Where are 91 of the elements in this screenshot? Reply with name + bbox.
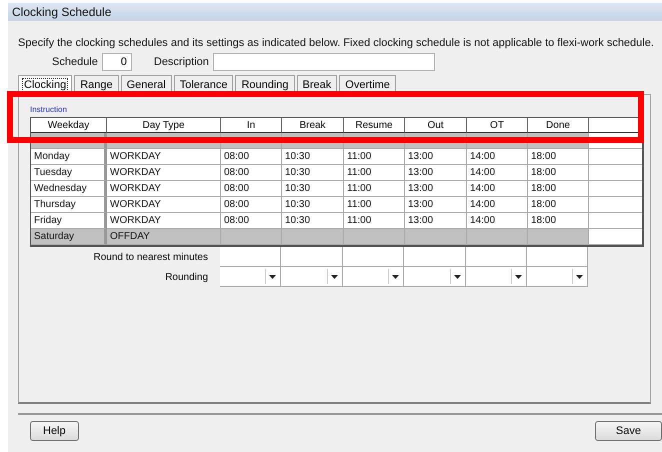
- description-field[interactable]: [212, 53, 435, 71]
- table-cell: 14:00: [467, 181, 528, 197]
- table-cell: 11:00: [344, 213, 405, 229]
- table-cell: 14:00: [467, 149, 528, 165]
- column-header: Resume: [344, 118, 405, 133]
- table-cell: [344, 229, 405, 245]
- table-cell: 11:00: [344, 197, 405, 213]
- table-cell: [589, 165, 642, 181]
- column-header: Day Type: [107, 118, 221, 133]
- table-cell: 14:00: [467, 213, 528, 229]
- table-cell: [589, 229, 642, 245]
- table-cell: 18:00: [528, 165, 589, 181]
- table-cell: 10:30: [282, 213, 344, 229]
- column-header: Out: [405, 118, 467, 133]
- table-cell: [589, 213, 642, 229]
- column-header: OT: [467, 118, 528, 133]
- table-cell: 08:00: [221, 149, 282, 165]
- table-cell: 18:00: [528, 149, 589, 165]
- column-header: Weekday: [31, 118, 107, 133]
- schedule-label: Schedule: [52, 56, 98, 68]
- table-cell: [589, 197, 642, 213]
- table-cell: [528, 229, 589, 245]
- window-title: Clocking Schedule: [8, 3, 662, 21]
- dropdown[interactable]: [220, 267, 281, 287]
- input-field[interactable]: [343, 247, 404, 267]
- table-cell: 08:00: [221, 197, 282, 213]
- table-cell: 18:00: [528, 181, 589, 197]
- input-field[interactable]: [281, 247, 343, 267]
- table-cell: [467, 229, 528, 245]
- table-cell: 13:00: [405, 165, 467, 181]
- input-field[interactable]: [220, 247, 281, 267]
- table-cell: [589, 181, 642, 197]
- table-cell: 08:00: [221, 213, 282, 229]
- table-cell: Tuesday: [31, 165, 107, 181]
- row-label: Round to nearest minutes: [92, 252, 209, 262]
- table-cell: Wednesday: [31, 181, 107, 197]
- table-cell: Friday: [31, 213, 107, 229]
- caret-icon: [330, 274, 338, 278]
- schedule-field[interactable]: 0: [102, 53, 132, 71]
- dropdown[interactable]: [466, 267, 527, 287]
- table-cell: Saturday: [31, 229, 107, 245]
- table-cell: WORKDAY: [107, 181, 221, 197]
- caret-icon: [514, 274, 522, 278]
- help-button[interactable]: Help: [30, 421, 79, 441]
- table-cell: OFFDAY: [107, 229, 221, 245]
- column-header: In: [221, 118, 282, 133]
- table-cell: WORKDAY: [107, 213, 221, 229]
- table-cell: 14:00: [467, 197, 528, 213]
- table-cell: 08:00: [221, 181, 282, 197]
- table-cell: 11:00: [344, 165, 405, 181]
- table-cell: 11:00: [344, 181, 405, 197]
- table-cell: 18:00: [528, 213, 589, 229]
- table-cell: 08:00: [221, 165, 282, 181]
- dropdown[interactable]: [281, 267, 343, 287]
- column-header: Done: [528, 118, 589, 133]
- table-cell: 13:00: [405, 213, 467, 229]
- table-cell: 13:00: [405, 197, 467, 213]
- table-cell: 13:00: [405, 181, 467, 197]
- dropdown[interactable]: [343, 267, 404, 287]
- table-cell: [282, 229, 344, 245]
- caret-icon: [454, 274, 460, 278]
- table-cell: WORKDAY: [107, 149, 221, 165]
- description-label: Description: [154, 56, 209, 68]
- input-field[interactable]: [404, 247, 466, 267]
- table-cell: 10:30: [282, 165, 344, 181]
- caret-icon: [268, 274, 276, 278]
- table-cell: WORKDAY: [107, 197, 221, 213]
- table-cell: 13:00: [405, 149, 467, 165]
- dropdown[interactable]: [404, 267, 466, 287]
- table-cell: [405, 229, 467, 245]
- table-cell: WORKDAY: [107, 165, 221, 181]
- table-cell: Thursday: [31, 197, 107, 213]
- table-cell: 10:30: [282, 197, 344, 213]
- caret-icon: [392, 274, 398, 278]
- table-cell: 11:00: [344, 149, 405, 165]
- dropdown[interactable]: [527, 267, 588, 287]
- table-cell: 10:30: [282, 149, 344, 165]
- table-cell: Monday: [31, 149, 107, 165]
- caret-icon: [576, 274, 582, 278]
- table-cell: 14:00: [467, 165, 528, 181]
- table-cell: [589, 149, 642, 165]
- input-field[interactable]: [466, 247, 527, 267]
- input-field[interactable]: [527, 247, 588, 267]
- table-cell: 18:00: [528, 197, 589, 213]
- table-cell: [221, 229, 282, 245]
- save-button[interactable]: Save: [594, 421, 662, 441]
- row-label: Rounding: [164, 272, 209, 282]
- instruction-text: Specify the clocking schedules and its settings as indicated below. Fixed clocking schedule is not applicable to flexi-work schedule.: [18, 37, 655, 49]
- instruction-link[interactable]: Instruction: [30, 105, 640, 117]
- table-cell: 10:30: [282, 181, 344, 197]
- column-header: Break: [282, 118, 344, 133]
